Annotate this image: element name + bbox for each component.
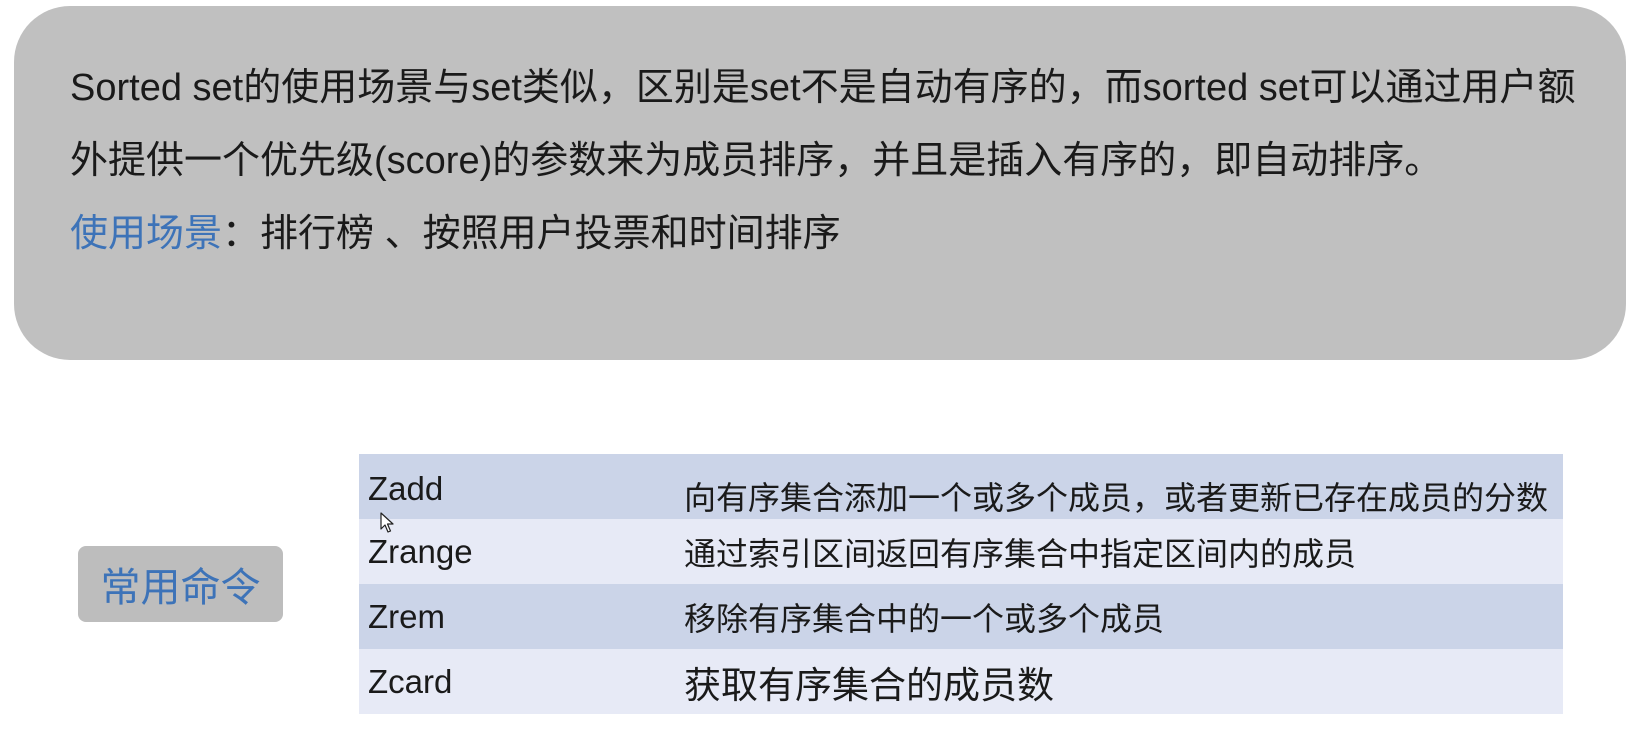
intro-panel: Sorted set的使用场景与set类似，区别是set不是自动有序的，而sor… xyxy=(14,6,1626,360)
command-description: 移除有序集合中的一个或多个成员 xyxy=(684,600,1165,637)
command-name: Zrange xyxy=(368,532,473,570)
command-description: 通过索引区间返回有序集合中指定区间内的成员 xyxy=(684,535,1357,572)
command-description: 向有序集合添加一个或多个成员，或者更新已存在成员的分数 xyxy=(684,479,1549,516)
usage-line: 使用场景：排行榜 、按照用户投票和时间排序 xyxy=(70,198,1586,271)
usage-value: ：排行榜 、按照用户投票和时间排序 xyxy=(222,213,841,255)
commands-table: Zadd 向有序集合添加一个或多个成员，或者更新已存在成员的分数 Zrange … xyxy=(359,454,1563,714)
table-row: Zrange 通过索引区间返回有序集合中指定区间内的成员 xyxy=(359,519,1563,584)
table-row: Zcard 获取有序集合的成员数 xyxy=(359,649,1563,714)
usage-label: 使用场景 xyxy=(70,213,223,255)
table-row: Zrem 移除有序集合中的一个或多个成员 xyxy=(359,584,1563,649)
mouse-cursor-icon xyxy=(380,512,394,533)
intro-text: Sorted set的使用场景与set类似，区别是set不是自动有序的，而sor… xyxy=(70,67,1576,182)
command-name: Zadd xyxy=(368,470,444,507)
command-name: Zrem xyxy=(368,597,445,635)
table-row: Zadd 向有序集合添加一个或多个成员，或者更新已存在成员的分数 xyxy=(359,454,1563,519)
command-description: 获取有序集合的成员数 xyxy=(684,664,1054,706)
command-name: Zcard xyxy=(368,662,453,700)
common-commands-badge: 常用命令 xyxy=(78,546,283,622)
